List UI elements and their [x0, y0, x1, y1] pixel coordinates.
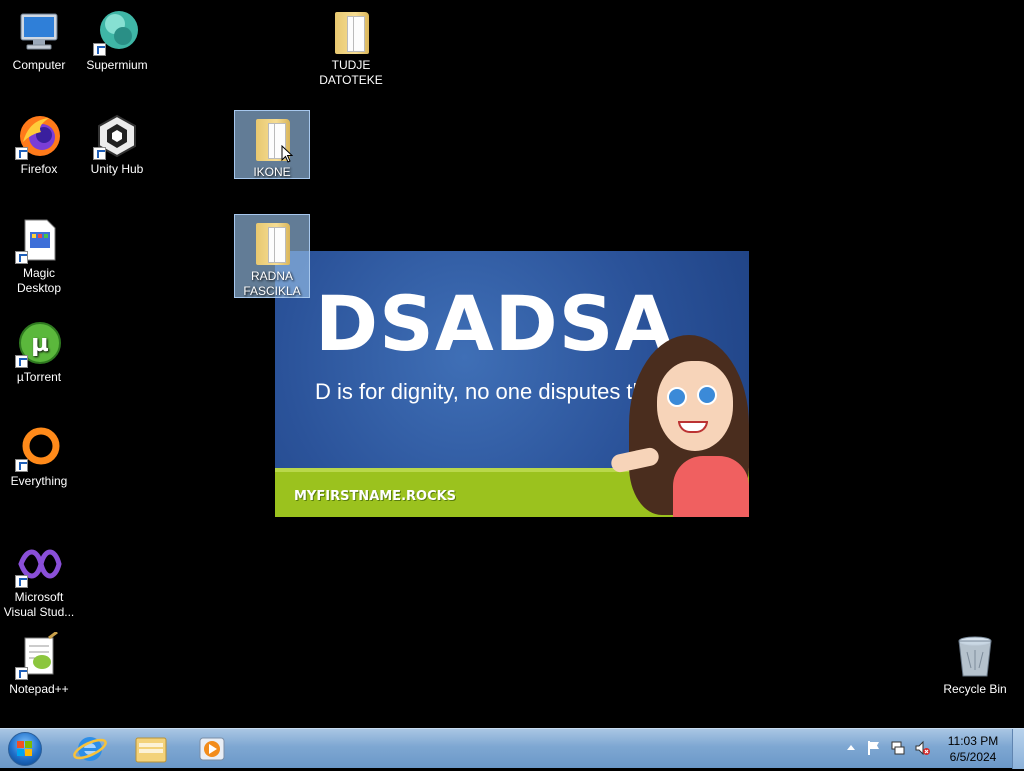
folder-icon: [327, 8, 375, 56]
desktop-icon-radna-fascikla[interactable]: RADNA FASCIKLA: [234, 214, 310, 298]
desktop-icon-everything[interactable]: Everything: [1, 420, 77, 489]
start-button[interactable]: [6, 731, 46, 767]
desktop-icon-label: Notepad++: [9, 682, 69, 696]
desktop-icon-label: Everything: [10, 474, 68, 488]
desktop-icon-utorrent[interactable]: µ µTorrent: [1, 316, 77, 385]
cartoon-girl-face: [657, 361, 733, 451]
cartoon-girl-right-eye: [697, 385, 717, 405]
mouse-cursor-icon: [281, 145, 293, 163]
desktop-icon-label: IKONE: [253, 165, 291, 179]
shortcut-arrow-icon: [15, 667, 28, 680]
desktop-icon-label: Magic Desktop: [16, 266, 62, 295]
everything-icon: [15, 424, 63, 472]
taskbar-clock[interactable]: 11:03 PM 6/5/2024: [938, 733, 1008, 765]
desktop-icon-recycle-bin[interactable]: Recycle Bin: [937, 628, 1013, 697]
taskbar-windows-explorer-button[interactable]: [126, 732, 176, 766]
firefox-icon: [15, 112, 63, 160]
windows-logo-icon: [17, 741, 33, 757]
folder-icon: [248, 219, 296, 267]
wallpaper-site-text: MYFIRSTNAME.ROCKS: [294, 489, 457, 504]
taskbar-media-player-button[interactable]: [187, 732, 237, 766]
desktop-icon-unity-hub[interactable]: Unity Hub: [79, 108, 155, 177]
wallpaper-banner: DSADSA D is for dignity, no one disputes…: [275, 251, 749, 517]
taskbar-internet-explorer-button[interactable]: [65, 732, 115, 766]
shortcut-arrow-icon: [15, 355, 28, 368]
shortcut-arrow-icon: [15, 251, 28, 264]
internet-explorer-icon: [73, 737, 107, 761]
desktop-icon-label: Supermium: [86, 58, 148, 72]
magic-desktop-icon: [15, 216, 63, 264]
desktop[interactable]: DSADSA D is for dignity, no one disputes…: [0, 0, 1024, 728]
shortcut-arrow-icon: [93, 147, 106, 160]
visual-studio-icon: [15, 540, 63, 588]
desktop-icon-supermium[interactable]: Supermium: [79, 4, 155, 73]
desktop-icon-label: Unity Hub: [90, 162, 144, 176]
taskbar: 11:03 PM 6/5/2024: [0, 728, 1024, 769]
shortcut-arrow-icon: [93, 43, 106, 56]
desktop-icon-visual-studio[interactable]: Microsoft Visual Stud...: [1, 536, 77, 620]
utorrent-icon: µ: [15, 320, 63, 368]
unity-hub-icon: [93, 112, 141, 160]
desktop-icon-tudje-datoteke[interactable]: TUDJE DATOTEKE: [313, 4, 389, 88]
shortcut-arrow-icon: [15, 459, 28, 472]
desktop-icon-notepad-plus-plus[interactable]: Notepad++: [1, 628, 77, 697]
clock-time: 11:03 PM: [947, 734, 999, 748]
clock-date: 6/5/2024: [949, 750, 997, 764]
media-player-icon: [199, 737, 225, 761]
network-icon[interactable]: [890, 740, 906, 756]
notepad-plus-plus-icon: [15, 630, 63, 680]
shortcut-arrow-icon: [15, 575, 28, 588]
desktop-icon-label: Firefox: [20, 162, 58, 176]
action-center-flag-icon[interactable]: [866, 740, 882, 756]
wallpaper-headline: DSADSA: [315, 279, 675, 368]
desktop-icon-label: Microsoft Visual Stud...: [3, 590, 75, 619]
desktop-icon-magic-desktop[interactable]: Magic Desktop: [1, 212, 77, 296]
desktop-icon-firefox[interactable]: Firefox: [1, 108, 77, 177]
show-hidden-icons-chevron-icon[interactable]: [846, 743, 856, 753]
computer-icon: [15, 8, 63, 56]
desktop-icon-label: Recycle Bin: [943, 682, 1007, 696]
supermium-icon: [93, 8, 141, 56]
show-desktop-button[interactable]: [1012, 729, 1024, 769]
system-tray: [840, 729, 936, 769]
cartoon-girl-left-eye: [667, 387, 687, 407]
desktop-icon-ikone[interactable]: IKONE: [234, 110, 310, 179]
volume-muted-icon[interactable]: [914, 740, 930, 756]
desktop-icon-computer[interactable]: Computer: [1, 4, 77, 73]
file-explorer-icon: [135, 737, 167, 763]
desktop-icon-label: RADNA FASCIKLA: [243, 269, 301, 298]
desktop-icon-label: µTorrent: [16, 370, 62, 384]
desktop-icon-label: Computer: [12, 58, 66, 72]
recycle-bin-icon: [951, 632, 999, 680]
desktop-icon-label: TUDJE DATOTEKE: [319, 58, 383, 87]
shortcut-arrow-icon: [15, 147, 28, 160]
svg-text:µ: µ: [31, 329, 49, 357]
cartoon-girl-body: [673, 456, 749, 517]
